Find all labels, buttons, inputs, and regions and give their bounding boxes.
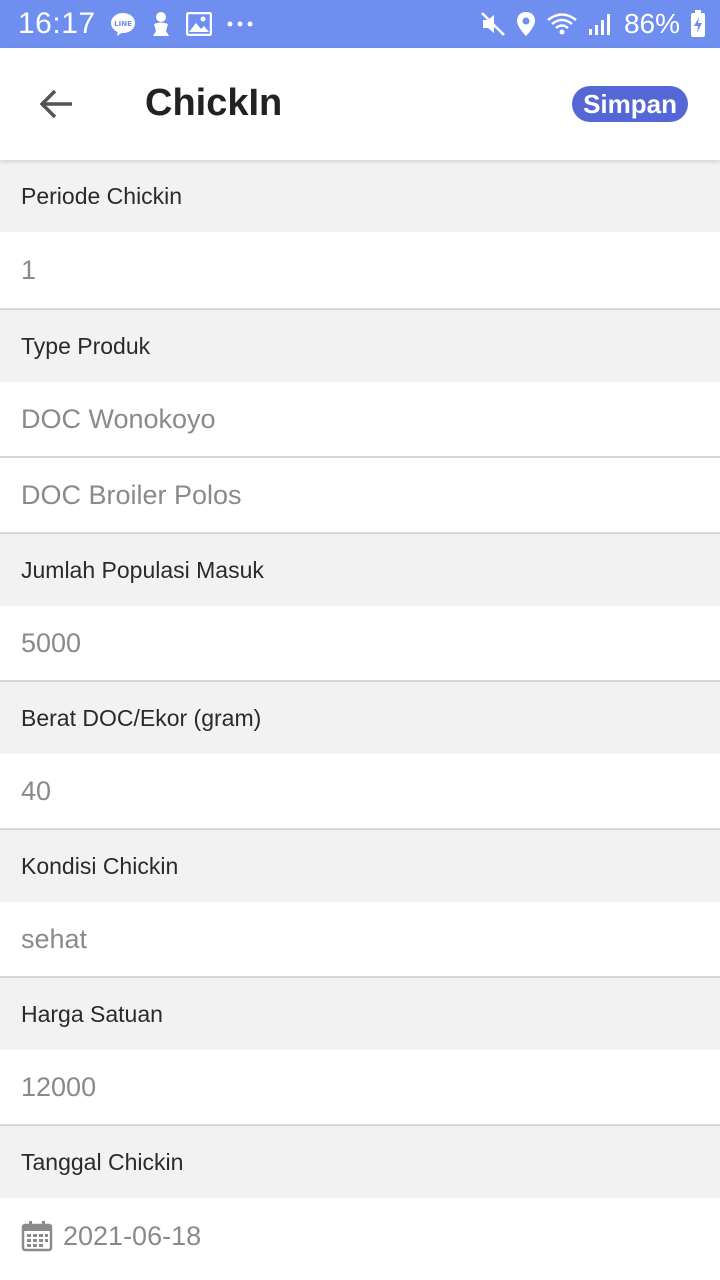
populasi-field[interactable]: 5000 bbox=[0, 606, 720, 682]
signal-icon bbox=[588, 12, 614, 36]
battery-charging-icon bbox=[690, 10, 706, 38]
svg-text:LINE: LINE bbox=[114, 20, 132, 28]
save-button[interactable]: Simpan bbox=[572, 86, 688, 122]
more-dots-icon bbox=[226, 20, 254, 28]
status-system-icons: 86% bbox=[480, 8, 706, 40]
back-button[interactable] bbox=[28, 78, 84, 130]
notification-person-icon bbox=[150, 11, 172, 37]
status-time: 16:17 bbox=[18, 7, 96, 40]
type-produk-select[interactable]: DOC Wonokoyo bbox=[0, 382, 720, 458]
status-notification-icons: LINE bbox=[110, 11, 254, 37]
tanggal-label: Tanggal Chickin bbox=[0, 1126, 720, 1198]
image-icon bbox=[185, 12, 212, 36]
wifi-icon bbox=[546, 11, 578, 37]
berat-label: Berat DOC/Ekor (gram) bbox=[0, 682, 720, 754]
tanggal-value: 2021-06-18 bbox=[63, 1220, 202, 1251]
harga-label: Harga Satuan bbox=[0, 978, 720, 1050]
type-produk-variant-select[interactable]: DOC Broiler Polos bbox=[0, 458, 720, 534]
app-bar: ChickIn Simpan bbox=[0, 48, 720, 160]
location-icon bbox=[516, 11, 536, 37]
arrow-left-icon bbox=[39, 89, 72, 119]
battery-percent: 86% bbox=[623, 8, 680, 39]
kondisi-label: Kondisi Chickin bbox=[0, 830, 720, 902]
page-title: ChickIn bbox=[145, 82, 283, 124]
status-bar: 16:17 LINE 86% bbox=[0, 0, 720, 48]
periode-field[interactable]: 1 bbox=[0, 232, 720, 310]
line-icon: LINE bbox=[110, 12, 136, 36]
populasi-label: Jumlah Populasi Masuk bbox=[0, 534, 720, 606]
harga-field[interactable]: 12000 bbox=[0, 1050, 720, 1126]
periode-label: Periode Chickin bbox=[0, 160, 720, 232]
mute-icon bbox=[480, 11, 506, 37]
berat-field[interactable]: 40 bbox=[0, 754, 720, 830]
type-produk-label: Type Produk bbox=[0, 310, 720, 382]
chickin-form: Periode Chickin 1 Type Produk DOC Wonoko… bbox=[0, 160, 720, 1274]
calendar-icon bbox=[21, 1220, 53, 1252]
kondisi-field[interactable]: sehat bbox=[0, 902, 720, 978]
tanggal-field[interactable]: 2021-06-18 bbox=[0, 1198, 720, 1274]
